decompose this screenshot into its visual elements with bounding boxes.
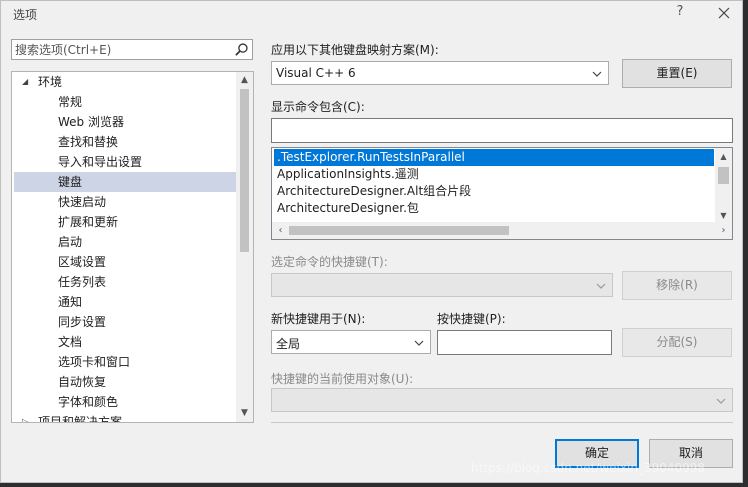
divider <box>271 422 733 423</box>
tree-item[interactable]: 键盘 <box>14 172 236 192</box>
new-shortcut-scope-value: 全局 <box>276 337 301 351</box>
close-button[interactable] <box>714 3 734 23</box>
tree-root-label: 环境 <box>38 75 63 89</box>
command-list-hscroll[interactable]: ‹ › <box>272 222 732 239</box>
tree-item-label: 快速启动 <box>58 195 107 209</box>
tree-item-label: 字体和颜色 <box>58 395 119 409</box>
press-shortcut-input[interactable] <box>437 330 612 355</box>
tree-item-label: 键盘 <box>58 175 83 189</box>
tree-item[interactable]: 常规 <box>14 92 236 112</box>
command-item[interactable]: ArchitectureDesigner.包 <box>274 200 712 217</box>
tree-item[interactable]: 扩展和更新 <box>14 212 236 232</box>
new-shortcut-scope-dropdown[interactable]: 全局 <box>271 330 431 354</box>
dialog-title: 选项 <box>13 8 38 22</box>
remove-button[interactable]: 移除(R) <box>622 271 732 300</box>
tree-item[interactable]: 通知 <box>14 292 236 312</box>
search-box[interactable] <box>11 39 253 60</box>
tree-item-label: 导入和导出设置 <box>58 155 143 169</box>
tree-item-label: 区域设置 <box>58 255 107 269</box>
scroll-down-icon[interactable]: ▼ <box>236 405 253 422</box>
tree-item[interactable]: 导入和导出设置 <box>14 152 236 172</box>
tree-item[interactable]: Web 浏览器 <box>14 112 236 132</box>
watermark-text: https://blog.csdn.net/weixin_39040998 <box>471 461 706 475</box>
shortcut-used-by-dropdown[interactable] <box>271 388 733 412</box>
mapping-scheme-dropdown[interactable]: Visual C++ 6 <box>271 61 609 85</box>
tree-root-projects[interactable]: ▷ 项目和解决方案 <box>14 412 236 423</box>
search-input[interactable] <box>15 41 230 58</box>
help-button[interactable]: ? <box>671 4 689 22</box>
scroll-up-icon[interactable]: ▲ <box>236 72 253 89</box>
selected-shortcut-dropdown[interactable] <box>271 273 613 297</box>
selected-shortcut-label: 选定命令的快捷键(T): <box>271 255 388 269</box>
tree-item[interactable]: 快速启动 <box>14 192 236 212</box>
tree-item-label: 任务列表 <box>58 275 107 289</box>
tree-item[interactable]: 字体和颜色 <box>14 392 236 412</box>
tree-item[interactable]: 自动恢复 <box>14 372 236 392</box>
options-tree[interactable]: ◢ 环境 常规 Web 浏览器 查找和替换导入和导出设置 键盘快速启动扩展和更新启动区… <box>11 71 254 423</box>
tree-item[interactable]: 查找和替换 <box>14 132 236 152</box>
mapping-scheme-value: Visual C++ 6 <box>276 66 356 80</box>
scroll-left-icon[interactable]: ‹ <box>272 222 289 239</box>
new-shortcut-scope-label: 新快捷键用于(N): <box>271 312 366 326</box>
press-shortcut-label: 按快捷键(P): <box>437 312 506 326</box>
tree-scrollbar[interactable]: ▲ ▼ <box>236 72 253 422</box>
assign-button[interactable]: 分配(S) <box>622 328 732 357</box>
tree-item[interactable]: 选项卡和窗口 <box>14 352 236 372</box>
tree-item-label: Web 浏览器 <box>58 115 124 129</box>
shortcut-used-by-label: 快捷键的当前使用对象(U): <box>271 372 414 386</box>
expanded-triangle-icon[interactable]: ◢ <box>22 72 28 92</box>
tree-item-label: 启动 <box>58 235 83 249</box>
tree-item[interactable]: 启动 <box>14 232 236 252</box>
command-list[interactable]: .TestExplorer.RunTestsInParallel Applicat… <box>271 147 733 240</box>
scroll-thumb[interactable] <box>289 226 509 235</box>
show-commands-label: 显示命令包含(C): <box>271 100 365 114</box>
chevron-down-icon <box>716 398 726 404</box>
tree-item-label: 同步设置 <box>58 315 107 329</box>
tree-item-label: 查找和替换 <box>58 135 119 149</box>
tree-root-environment[interactable]: ◢ 环境 <box>14 72 236 92</box>
command-list-vscroll[interactable]: ▲ ▼ <box>715 148 732 224</box>
tree-item[interactable]: 区域设置 <box>14 252 236 272</box>
scroll-right-icon[interactable]: › <box>715 222 732 239</box>
tree-root-label: 项目和解决方案 <box>38 415 123 423</box>
scroll-thumb[interactable] <box>240 89 249 252</box>
search-icon[interactable] <box>234 42 249 57</box>
tree-item-label: 文档 <box>58 335 83 349</box>
tree-item[interactable]: 同步设置 <box>14 312 236 332</box>
collapsed-triangle-icon[interactable]: ▷ <box>22 412 28 422</box>
command-item[interactable]: ArchitectureDesigner.Alt组合片段 <box>274 183 712 200</box>
show-commands-input[interactable] <box>271 118 733 143</box>
mapping-scheme-label: 应用以下其他键盘映射方案(M): <box>271 43 439 57</box>
scroll-thumb[interactable] <box>718 167 729 184</box>
tree-item-label: 通知 <box>58 295 83 309</box>
scroll-up-icon[interactable]: ▲ <box>715 148 732 165</box>
options-dialog: 选项 ? ◢ 环境 常规 Web 浏览器查找和替换导入和导出设置键盘快速启动扩展和… <box>0 0 743 483</box>
command-item[interactable]: ApplicationInsights.遥测 <box>274 166 712 183</box>
reset-button[interactable]: 重置(E) <box>622 59 732 88</box>
close-icon <box>718 7 730 19</box>
command-item[interactable]: .TestExplorer.RunTestsInParallel <box>274 149 714 166</box>
tree-item[interactable]: 文档 <box>14 332 236 352</box>
tree-item-label: 常规 <box>58 95 83 109</box>
chevron-down-icon <box>414 340 424 346</box>
tree-item-label: 扩展和更新 <box>58 215 119 229</box>
tree-item-label: 自动恢复 <box>58 375 107 389</box>
chevron-down-icon <box>592 71 602 77</box>
tree-item[interactable]: 任务列表 <box>14 272 236 292</box>
tree-item-label: 选项卡和窗口 <box>58 355 131 369</box>
chevron-down-icon <box>596 283 606 289</box>
